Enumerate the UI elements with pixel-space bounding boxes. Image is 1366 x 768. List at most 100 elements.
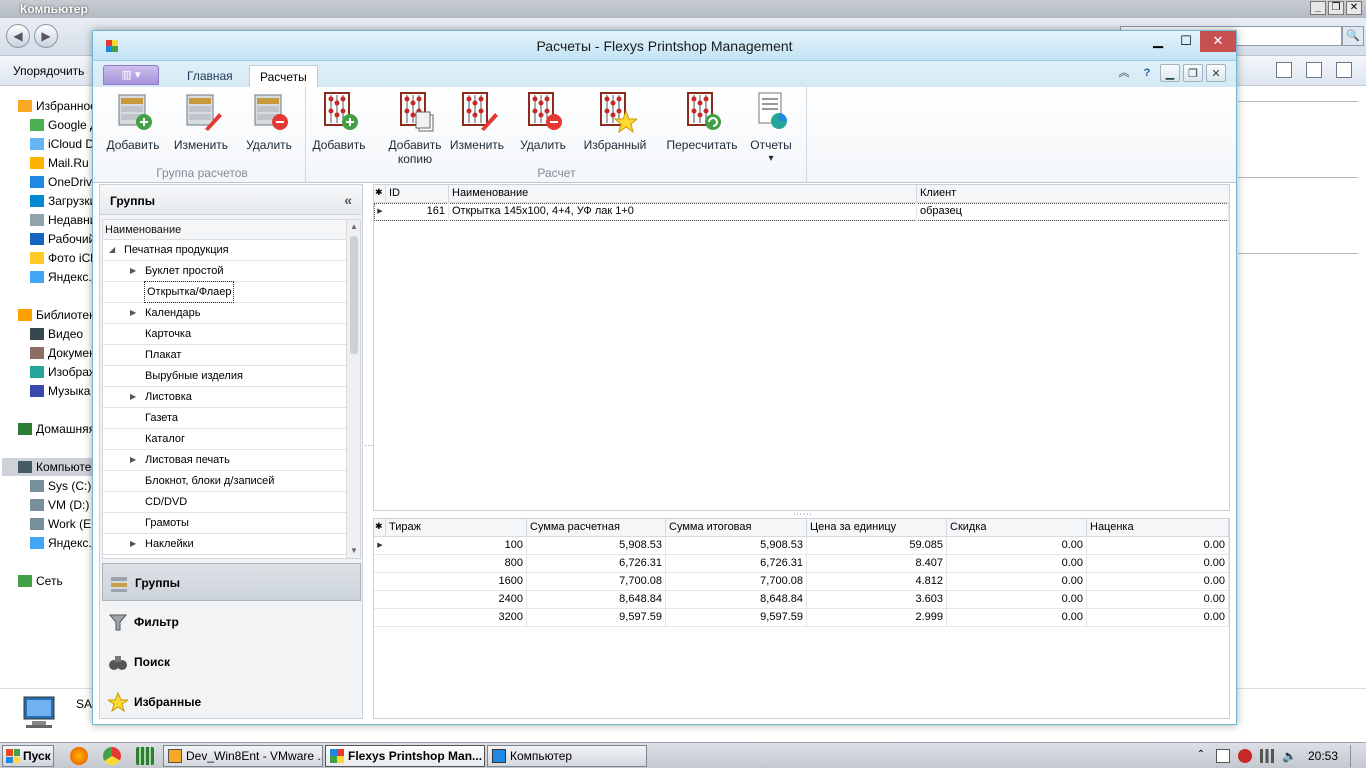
- cell-total-sum[interactable]: 5,908.53: [666, 537, 807, 555]
- cell-total-sum[interactable]: 7,700.08: [666, 573, 807, 591]
- organize-menu[interactable]: Упорядочить: [13, 64, 84, 78]
- explorer-sidebar-item[interactable]: Изображения: [30, 363, 92, 381]
- preview-pane-icon[interactable]: [1306, 62, 1322, 78]
- tree-node[interactable]: ▶ Листовка: [103, 387, 346, 408]
- calc-recalculate-button[interactable]: Пересчитать: [659, 89, 745, 152]
- expand-arrow-icon[interactable]: ▶: [130, 450, 136, 470]
- cell-total-sum[interactable]: 9,597.59: [666, 609, 807, 627]
- cell-calc-sum[interactable]: 7,700.08: [527, 573, 666, 591]
- clock[interactable]: 20:53: [1308, 749, 1338, 763]
- mdi-restore-button[interactable]: ❐: [1183, 64, 1203, 82]
- explorer-minimize-button[interactable]: _: [1310, 1, 1326, 15]
- mdi-minimize-button[interactable]: ▁: [1160, 64, 1180, 82]
- table-row[interactable]: ▶ 100 5,908.53 5,908.53 59.085 0.00 0.00: [374, 537, 1229, 555]
- tab-calculations[interactable]: Расчеты: [249, 65, 318, 87]
- tree-node[interactable]: ▶ Календарь: [103, 303, 346, 324]
- tree-node[interactable]: ▶ Листовая печать: [103, 450, 346, 471]
- action-center-icon[interactable]: [1215, 749, 1230, 763]
- table-row[interactable]: 2400 8,648.84 8,648.84 3.603 0.00 0.00: [374, 591, 1229, 609]
- app-menu-button[interactable]: ▥ ▾: [103, 65, 159, 85]
- cell-calc-sum[interactable]: 8,648.84: [527, 591, 666, 609]
- column-header-name[interactable]: Наименование: [449, 185, 917, 203]
- cell-quantity[interactable]: 2400: [386, 591, 527, 609]
- tree-scrollbar[interactable]: ▲ ▼: [346, 220, 360, 558]
- cell-name[interactable]: Открытка 145x100, 4+4, УФ лак 1+0: [449, 203, 917, 221]
- explorer-sidebar-item[interactable]: Компьютер: [2, 458, 92, 476]
- cell-calc-sum[interactable]: 9,597.59: [527, 609, 666, 627]
- cell-markup[interactable]: 0.00: [1087, 537, 1229, 555]
- collapse-panel-icon[interactable]: «: [344, 192, 352, 208]
- cell-quantity[interactable]: 800: [386, 555, 527, 573]
- explorer-sidebar-item[interactable]: Яндекс.Диск: [30, 534, 92, 552]
- search-icon[interactable]: 🔍: [1342, 26, 1364, 46]
- column-header-quantity[interactable]: Тираж: [386, 519, 527, 537]
- explorer-sidebar-item[interactable]: OneDrive: [30, 173, 92, 191]
- explorer-sidebar-item[interactable]: Яндекс.Диск: [30, 268, 92, 286]
- column-header-unit-price[interactable]: Цена за единицу: [807, 519, 947, 537]
- cell-markup[interactable]: 0.00: [1087, 609, 1229, 627]
- taskbar-button-computer[interactable]: Компьютер: [487, 745, 647, 767]
- calc-reports-button[interactable]: Отчеты ▾: [743, 89, 799, 166]
- tree-node[interactable]: CD/DVD: [103, 492, 346, 513]
- tree-node[interactable]: Газета: [103, 408, 346, 429]
- cell-discount[interactable]: 0.00: [947, 573, 1087, 591]
- cell-discount[interactable]: 0.00: [947, 555, 1087, 573]
- view-options-icon[interactable]: [1276, 62, 1292, 78]
- tree-node[interactable]: Блокнот, блоки д/записей: [103, 471, 346, 492]
- explorer-sidebar-item[interactable]: Фото iCloud: [30, 249, 92, 267]
- tree-node[interactable]: ▶ Наклейки: [103, 534, 346, 555]
- tree-node[interactable]: Плакат: [103, 345, 346, 366]
- group-add-button[interactable]: Добавить: [103, 89, 163, 152]
- explorer-sidebar-item[interactable]: Библиотеки: [18, 306, 94, 324]
- cell-discount[interactable]: 0.00: [947, 591, 1087, 609]
- table-row[interactable]: 800 6,726.31 6,726.31 8.407 0.00 0.00: [374, 555, 1229, 573]
- nav-pane-groups[interactable]: Группы: [102, 563, 361, 601]
- cell-discount[interactable]: 0.00: [947, 537, 1087, 555]
- cell-unit-price[interactable]: 2.999: [807, 609, 947, 627]
- cell-client[interactable]: образец: [917, 203, 1229, 221]
- back-arrow-icon[interactable]: ◀: [6, 24, 30, 48]
- cell-quantity[interactable]: 1600: [386, 573, 527, 591]
- cell-markup[interactable]: 0.00: [1087, 591, 1229, 609]
- cell-quantity[interactable]: 100: [386, 537, 527, 555]
- explorer-sidebar-item[interactable]: Сеть: [18, 572, 94, 590]
- explorer-restore-button[interactable]: ❐: [1328, 1, 1344, 15]
- volume-icon[interactable]: 🔈: [1282, 749, 1297, 763]
- network-icon[interactable]: [1259, 749, 1274, 763]
- expand-arrow-icon[interactable]: ▶: [130, 534, 136, 554]
- explorer-sidebar-item[interactable]: Загрузки: [30, 192, 92, 210]
- group-delete-button[interactable]: Удалить: [239, 89, 299, 152]
- column-header-discount[interactable]: Скидка: [947, 519, 1087, 537]
- nav-pane-star[interactable]: Избранные: [102, 683, 361, 721]
- tab-home[interactable]: Главная: [177, 65, 243, 87]
- explorer-sidebar-item[interactable]: iCloud Drive: [30, 135, 92, 153]
- tree-node[interactable]: ▶ Буклет простой: [103, 261, 346, 282]
- cell-markup[interactable]: 0.00: [1087, 555, 1229, 573]
- show-desktop-button[interactable]: [1350, 745, 1360, 767]
- explorer-sidebar-item[interactable]: Google Диск: [30, 116, 92, 134]
- scroll-thumb[interactable]: [350, 236, 358, 354]
- mdi-close-button[interactable]: ✕: [1206, 64, 1226, 82]
- cell-total-sum[interactable]: 6,726.31: [666, 555, 807, 573]
- taskbar-button-flexys[interactable]: Flexys Printshop Man...: [325, 745, 485, 767]
- cell-unit-price[interactable]: 3.603: [807, 591, 947, 609]
- scroll-down-icon[interactable]: ▼: [347, 544, 360, 558]
- explorer-sidebar-item[interactable]: Mail.Ru Облако: [30, 154, 92, 172]
- tree-node-root[interactable]: ◢ Печатная продукция: [103, 240, 346, 261]
- explorer-sidebar-item[interactable]: VM (D:): [30, 496, 92, 514]
- table-row[interactable]: 3200 9,597.59 9,597.59 2.999 0.00 0.00: [374, 609, 1229, 627]
- explorer-sidebar-item[interactable]: Музыка: [30, 382, 92, 400]
- explorer-sidebar-item[interactable]: Sys (C:): [30, 477, 92, 495]
- nav-pane-binoculars[interactable]: Поиск: [102, 643, 361, 681]
- chrome-icon[interactable]: [103, 747, 121, 765]
- cell-calc-sum[interactable]: 5,908.53: [527, 537, 666, 555]
- taskbar-button-vmware[interactable]: Dev_Win8Ent - VMware ...: [163, 745, 323, 767]
- cell-unit-price[interactable]: 59.085: [807, 537, 947, 555]
- explorer-sidebar-item[interactable]: Недавние места: [30, 211, 92, 229]
- scroll-up-icon[interactable]: ▲: [347, 220, 360, 234]
- expand-arrow-icon[interactable]: ▶: [130, 303, 136, 323]
- calc-add-button[interactable]: Добавить: [309, 89, 369, 152]
- tree-node[interactable]: Карточка: [103, 324, 346, 345]
- start-button[interactable]: Пуск: [2, 745, 54, 767]
- tree-node[interactable]: Открытка/Флаер: [103, 281, 346, 303]
